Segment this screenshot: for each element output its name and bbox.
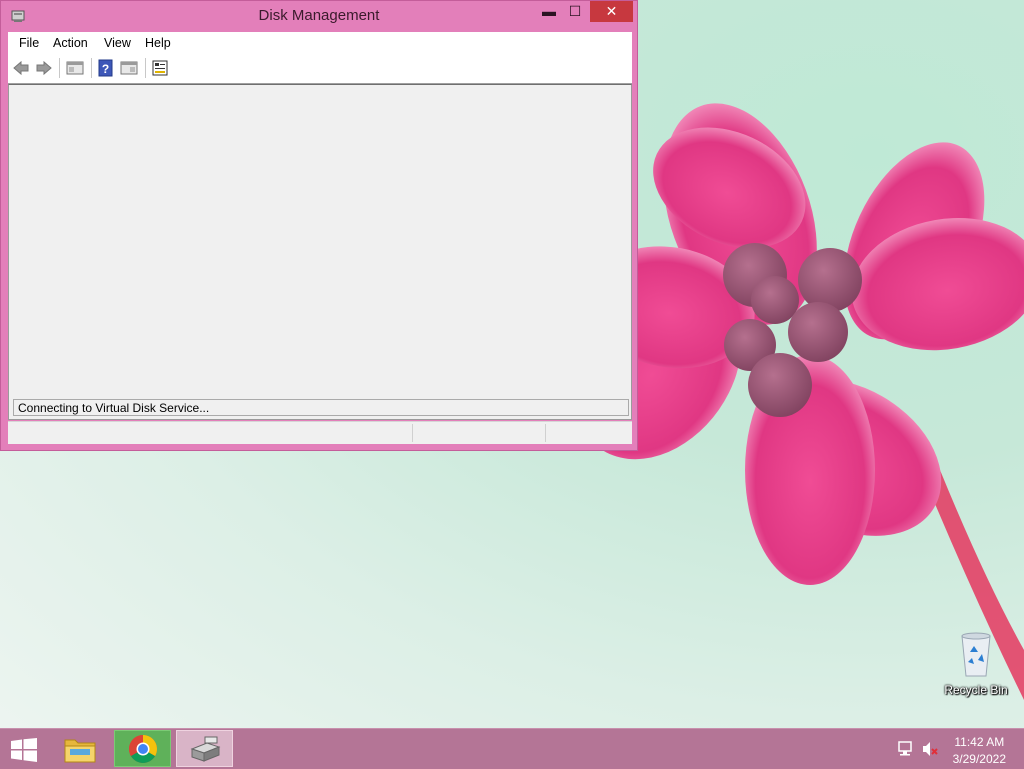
toolbar-separator	[91, 58, 92, 78]
taskbar-clock[interactable]: 11:42 AM 3/29/2022	[953, 734, 1006, 768]
status-bar-separator	[412, 424, 413, 442]
volume-muted-icon[interactable]	[921, 740, 939, 758]
toolbar-separator	[59, 58, 60, 78]
toolbar-separator	[145, 58, 146, 78]
forward-icon[interactable]	[35, 59, 53, 77]
menu-view[interactable]: View	[104, 36, 131, 50]
menu-action[interactable]: Action	[53, 36, 88, 50]
back-icon[interactable]	[12, 59, 30, 77]
disk-management-window: Disk Management ▬ ☐ ✕ File Action View H…	[0, 0, 638, 451]
status-bar	[8, 421, 632, 444]
recycle-bin-shortcut[interactable]: Recycle Bin	[940, 630, 1012, 700]
svg-text:?: ?	[102, 62, 109, 76]
menu-file[interactable]: File	[19, 36, 39, 50]
status-bar-separator	[545, 424, 546, 442]
action-pane-icon[interactable]	[120, 59, 138, 77]
windows-logo-icon[interactable]	[10, 738, 38, 762]
properties-icon[interactable]	[151, 59, 169, 77]
clock-date: 3/29/2022	[952, 752, 1006, 766]
taskbar-disk-management[interactable]	[176, 730, 233, 767]
recycle-bin-icon	[961, 632, 991, 677]
menu-help[interactable]: Help	[145, 36, 171, 50]
title-bar[interactable]: Disk Management ▬ ☐ ✕	[1, 1, 637, 31]
folder-icon	[64, 739, 96, 763]
console-tree-icon[interactable]	[66, 59, 84, 77]
close-button[interactable]: ✕	[590, 1, 633, 22]
main-content-pane: Connecting to Virtual Disk Service...	[8, 84, 632, 420]
menu-bar: File Action View Help	[8, 32, 632, 55]
network-icon[interactable]	[897, 740, 915, 758]
taskbar-chrome[interactable]	[114, 730, 171, 767]
disk-management-icon	[190, 736, 221, 762]
toolbar: ?	[8, 54, 632, 84]
taskbar-file-explorer[interactable]	[52, 730, 109, 767]
help-icon[interactable]: ?	[97, 59, 115, 77]
recycle-bin-label: Recycle Bin	[944, 683, 1008, 697]
status-message: Connecting to Virtual Disk Service...	[13, 399, 629, 416]
clock-time: 11:42 AM	[954, 735, 1005, 749]
maximize-button[interactable]: ☐	[560, 1, 590, 22]
chrome-icon	[129, 735, 157, 763]
taskbar: 11:42 AM 3/29/2022	[0, 728, 1024, 769]
